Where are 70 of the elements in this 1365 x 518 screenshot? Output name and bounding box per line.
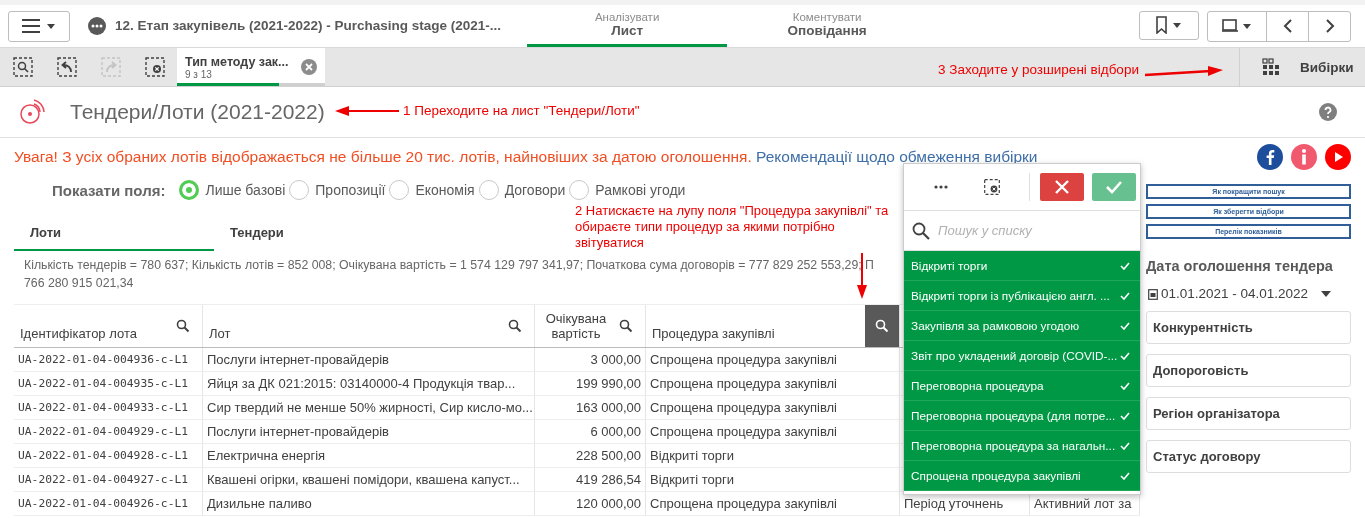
filter-pane[interactable]: Регіон організатора: [1146, 397, 1351, 430]
table-cell: Спрощена процедура закупівлі: [650, 496, 837, 511]
field-option[interactable]: Рамкові угоди: [569, 180, 686, 200]
table-cell: Спрощена процедура закупівлі: [650, 376, 837, 391]
list-item[interactable]: Переговорна процедура: [904, 371, 1140, 401]
table-cell: Активний лот за: [1034, 496, 1132, 511]
column-header[interactable]: Лот: [209, 326, 231, 341]
table-cell: Електрична енергія: [207, 448, 326, 463]
view-tab[interactable]: Лоти: [14, 216, 214, 251]
table-cell: 163 000,00: [575, 400, 641, 415]
table-cell: Спрощена процедура закупівлі: [650, 352, 837, 367]
table-cell: Спрощена процедура закупівлі: [650, 424, 837, 439]
table-cell: UA-2022-01-04-004933-c-L1: [18, 401, 189, 414]
column-header[interactable]: Очікувана вартість: [541, 311, 611, 341]
table-cell: UA-2022-01-04-004927-c-L1: [18, 473, 189, 486]
list-item[interactable]: Відкриті торги: [904, 251, 1140, 281]
list-item[interactable]: Переговорна процедура (для потре...: [904, 401, 1140, 431]
table-cell: Сир твердий не менше 50% жирності, Сир кисло-мо...: [207, 400, 533, 415]
field-option[interactable]: Лише базові: [179, 180, 286, 200]
column-header[interactable]: Процедура закупівлі: [652, 326, 775, 341]
list-item[interactable]: Відкриті торги із публікацією англ. ...: [904, 281, 1140, 311]
fields-label: Показати поля:: [52, 181, 166, 199]
table-cell: Послуги інтернет-провайдерів: [207, 352, 389, 367]
field-option[interactable]: Економія: [389, 180, 475, 200]
table-cell: Відкриті торги: [650, 472, 735, 487]
annotation-text: 1 Переходите на лист "Тендери/Лоти": [403, 103, 640, 118]
table-cell: UA-2022-01-04-004926-c-L1: [18, 497, 189, 510]
table-cell: Дизильне паливо: [207, 496, 312, 511]
filter-title: Дата оголошення тендера: [1146, 258, 1334, 274]
list-item[interactable]: Звіт про укладений договір (COVID-...: [904, 341, 1140, 371]
filter-pane[interactable]: Допороговість: [1146, 354, 1351, 387]
annotation-text: 2 Натискаєте на лупу поля "Процедура закупівлі" та обираєте типи процедур за якими потрібно звітуватися: [575, 203, 890, 251]
table-cell: 120 000,00: [575, 496, 641, 511]
filter-pane[interactable]: Конкурентність: [1146, 311, 1351, 344]
table-cell: Послуги інтернет-провайдерів: [207, 424, 389, 439]
recommendations-link[interactable]: Рекомендації щодо обмеження вибірки: [756, 148, 1038, 165]
selection-field-title: Тип методу зак...: [185, 54, 290, 69]
mode-tab[interactable]: Коментувати Оповідання: [727, 5, 928, 47]
column-header[interactable]: Ідентифікатор лота: [20, 326, 137, 341]
table-cell: 199 990,00: [575, 376, 641, 391]
selection-count: 9 з 13: [185, 68, 212, 80]
table-cell: Спрощена процедура закупівлі: [650, 400, 837, 415]
summary-text: Кількість тендерів = 780 637; Кількість лотів = 852 008; Очікувана вартість = 1 574 129 797 341,97; Початкова сума договорів = 777 829 252 553,29; П: [24, 257, 874, 274]
list-item[interactable]: Переговорна процедура за нагальн...: [904, 431, 1140, 461]
field-option[interactable]: Пропозиції: [289, 180, 386, 200]
summary-text: 766 280 915 021,34: [24, 275, 134, 292]
table-cell: Яйця за ДК 021:2015: 03140000-4 Продукція твар...: [207, 376, 516, 391]
selections-button[interactable]: Вибірки: [1239, 48, 1365, 86]
filter-pane[interactable]: Статус договору: [1146, 440, 1351, 473]
table-cell: 6 000,00: [590, 424, 641, 439]
table-cell: UA-2022-01-04-004935-c-L1: [18, 377, 189, 390]
table-cell: 419 286,54: [575, 472, 641, 487]
table-cell: Відкриті торги: [650, 448, 735, 463]
table-cell: UA-2022-01-04-004936-c-L1: [18, 353, 189, 366]
selection-chip[interactable]: Тип методу зак... 9 з 13: [177, 48, 325, 86]
list-item[interactable]: Закупівля за рамковою угодою: [904, 311, 1140, 341]
annotation-text: 3 Заходите у розширені відбори: [938, 61, 1139, 77]
table-cell: Період уточнень: [904, 496, 1004, 511]
table-cell: 228 500,00: [575, 448, 641, 463]
field-option[interactable]: Договори: [478, 180, 566, 200]
table-cell: UA-2022-01-04-004929-c-L1: [18, 425, 189, 438]
app-title: 12. Етап закупівель (2021-2022) - Purchasing stage (2021-...: [115, 17, 502, 35]
date-range[interactable]: 01.01.2021 - 04.01.2022: [1161, 286, 1309, 301]
sheet-title: Тендери/Лоти (2021-2022): [70, 100, 325, 124]
table-cell: Квашені огірки, квашені помідори, квашена капуст...: [207, 472, 520, 487]
view-tab[interactable]: Тендери: [214, 216, 414, 251]
list-item[interactable]: Спрощена процедура закупівлі: [904, 461, 1140, 491]
table-cell: UA-2022-01-04-004928-c-L1: [18, 449, 189, 462]
warning-text: Увага! З усіх обраних лотів відображається не більше 20 тис. лотів, найновіших за датою оголошення. Рекомендації щодо обмеження вибірки: [14, 148, 1039, 166]
table-cell: 3 000,00: [590, 352, 641, 367]
